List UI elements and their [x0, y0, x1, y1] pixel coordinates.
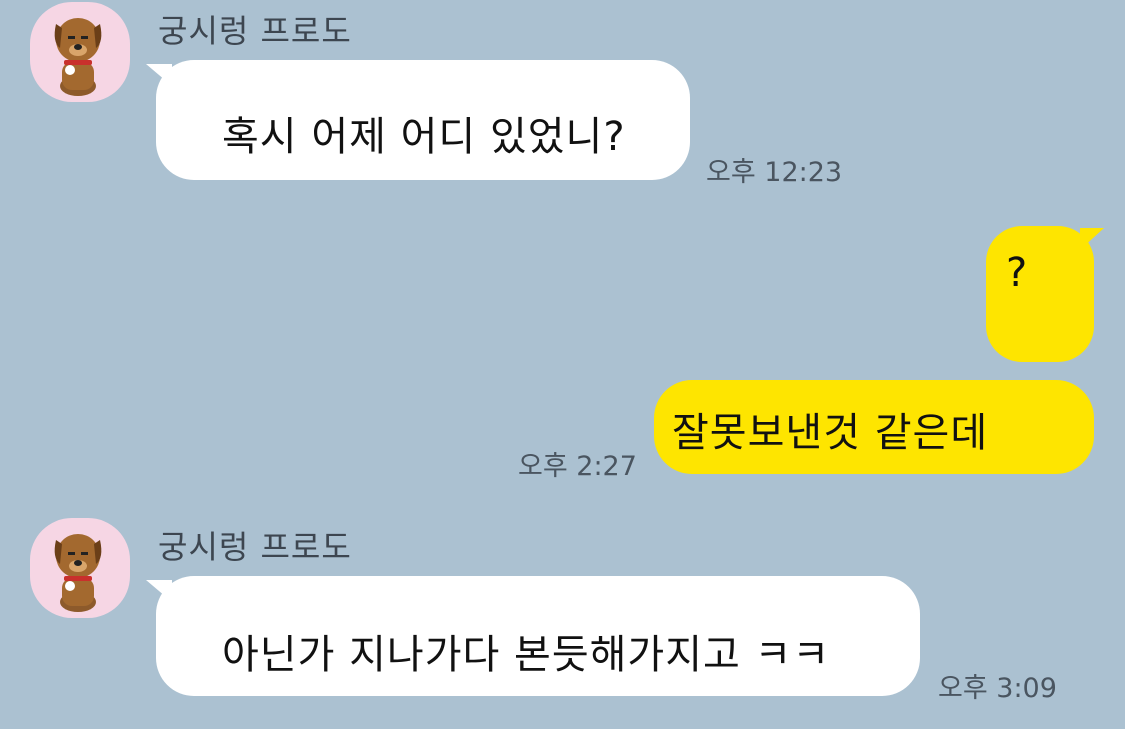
avatar[interactable] — [30, 518, 130, 618]
sender-name: 궁시렁 프로도 — [158, 12, 352, 50]
bubble-tail — [1080, 228, 1104, 250]
sender-name: 궁시렁 프로도 — [158, 528, 352, 566]
avatar[interactable] — [30, 2, 130, 102]
message-text: 혹시 어제 어디 있었니? — [222, 114, 626, 160]
message-bubble-outgoing[interactable]: 잘못보낸것 같은데 — [654, 380, 1094, 474]
message-bubble-outgoing[interactable]: ? — [986, 226, 1094, 362]
message-timestamp: 오후 12:23 — [706, 157, 843, 188]
message-text: 잘못보낸것 같은데 — [672, 410, 989, 456]
message-timestamp: 오후 2:27 — [518, 451, 637, 482]
message-text: 아닌가 지나가다 본듯해가지고 ㅋㅋ — [222, 632, 831, 678]
message-text: ? — [1006, 250, 1029, 296]
message-bubble-incoming[interactable]: 아닌가 지나가다 본듯해가지고 ㅋㅋ — [156, 576, 920, 696]
dog-character-icon — [54, 534, 102, 612]
message-bubble-incoming[interactable]: 혹시 어제 어디 있었니? — [156, 60, 690, 180]
dog-character-icon — [54, 18, 102, 96]
message-timestamp: 오후 3:09 — [938, 673, 1057, 704]
